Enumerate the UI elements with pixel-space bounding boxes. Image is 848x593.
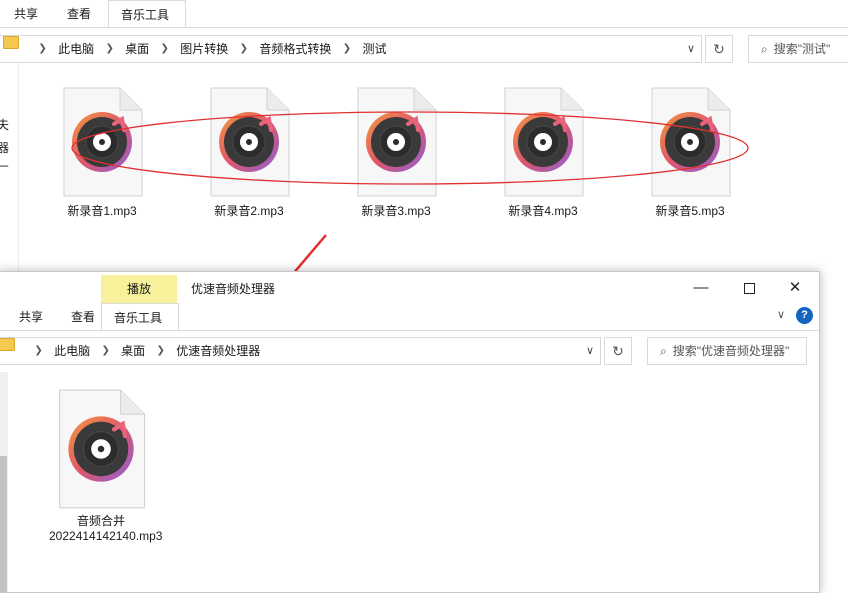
file-item[interactable]: 音频合并 2022414142140.mp3 [49,388,163,544]
address-bar[interactable]: ❯ 此电脑 ❯ 桌面 ❯ 优速音频处理器 ∨ [0,337,601,365]
window-title: 优速音频处理器 [191,282,276,296]
chevron-down-icon[interactable]: ∨ [586,338,594,364]
help-icon[interactable]: ? [796,307,813,324]
search-input[interactable]: ⌕ 搜索"优速音频处理器" [647,337,807,365]
chevron-right-icon: ❯ [156,345,165,356]
refresh-button[interactable]: ↻ [604,337,632,365]
tab-share[interactable]: 共享 [7,303,55,330]
chevron-right-icon: ❯ [101,345,110,356]
chevron-right-icon: ❯ [34,345,43,356]
breadcrumb-desktop[interactable]: 桌面 [121,338,145,364]
tab-view[interactable]: 查看 [59,303,107,330]
search-icon: ⌕ [660,344,667,358]
highlight-ellipse [71,111,749,185]
file-name-line: 音频合并 [76,514,125,528]
ribbon-divider [0,330,819,331]
scrollbar[interactable] [0,372,8,592]
mp3-file-icon [55,388,147,510]
minimize-button[interactable]: — [681,277,721,299]
folder-icon [0,338,15,351]
chevron-down-icon[interactable]: ∨ [777,308,785,321]
scrollbar-thumb[interactable] [0,456,7,592]
tab-play-context[interactable]: 播放 [101,275,177,303]
file-name: 音频合并 2022414142140.mp3 [49,514,163,544]
front-explorer-window: 播放 优速音频处理器 — ✕ 共享 查看 音乐工具 ∨ ? ❯ 此电脑 ❯ 桌面… [0,271,820,593]
close-icon[interactable]: ✕ [775,277,815,299]
breadcrumb-app-folder[interactable]: 优速音频处理器 [176,338,260,364]
breadcrumb-this-pc[interactable]: 此电脑 [54,338,90,364]
file-name-line: 2022414142140.mp3 [49,529,163,543]
maximize-icon[interactable] [729,277,769,299]
tab-music-tools[interactable]: 音乐工具 [101,303,179,331]
